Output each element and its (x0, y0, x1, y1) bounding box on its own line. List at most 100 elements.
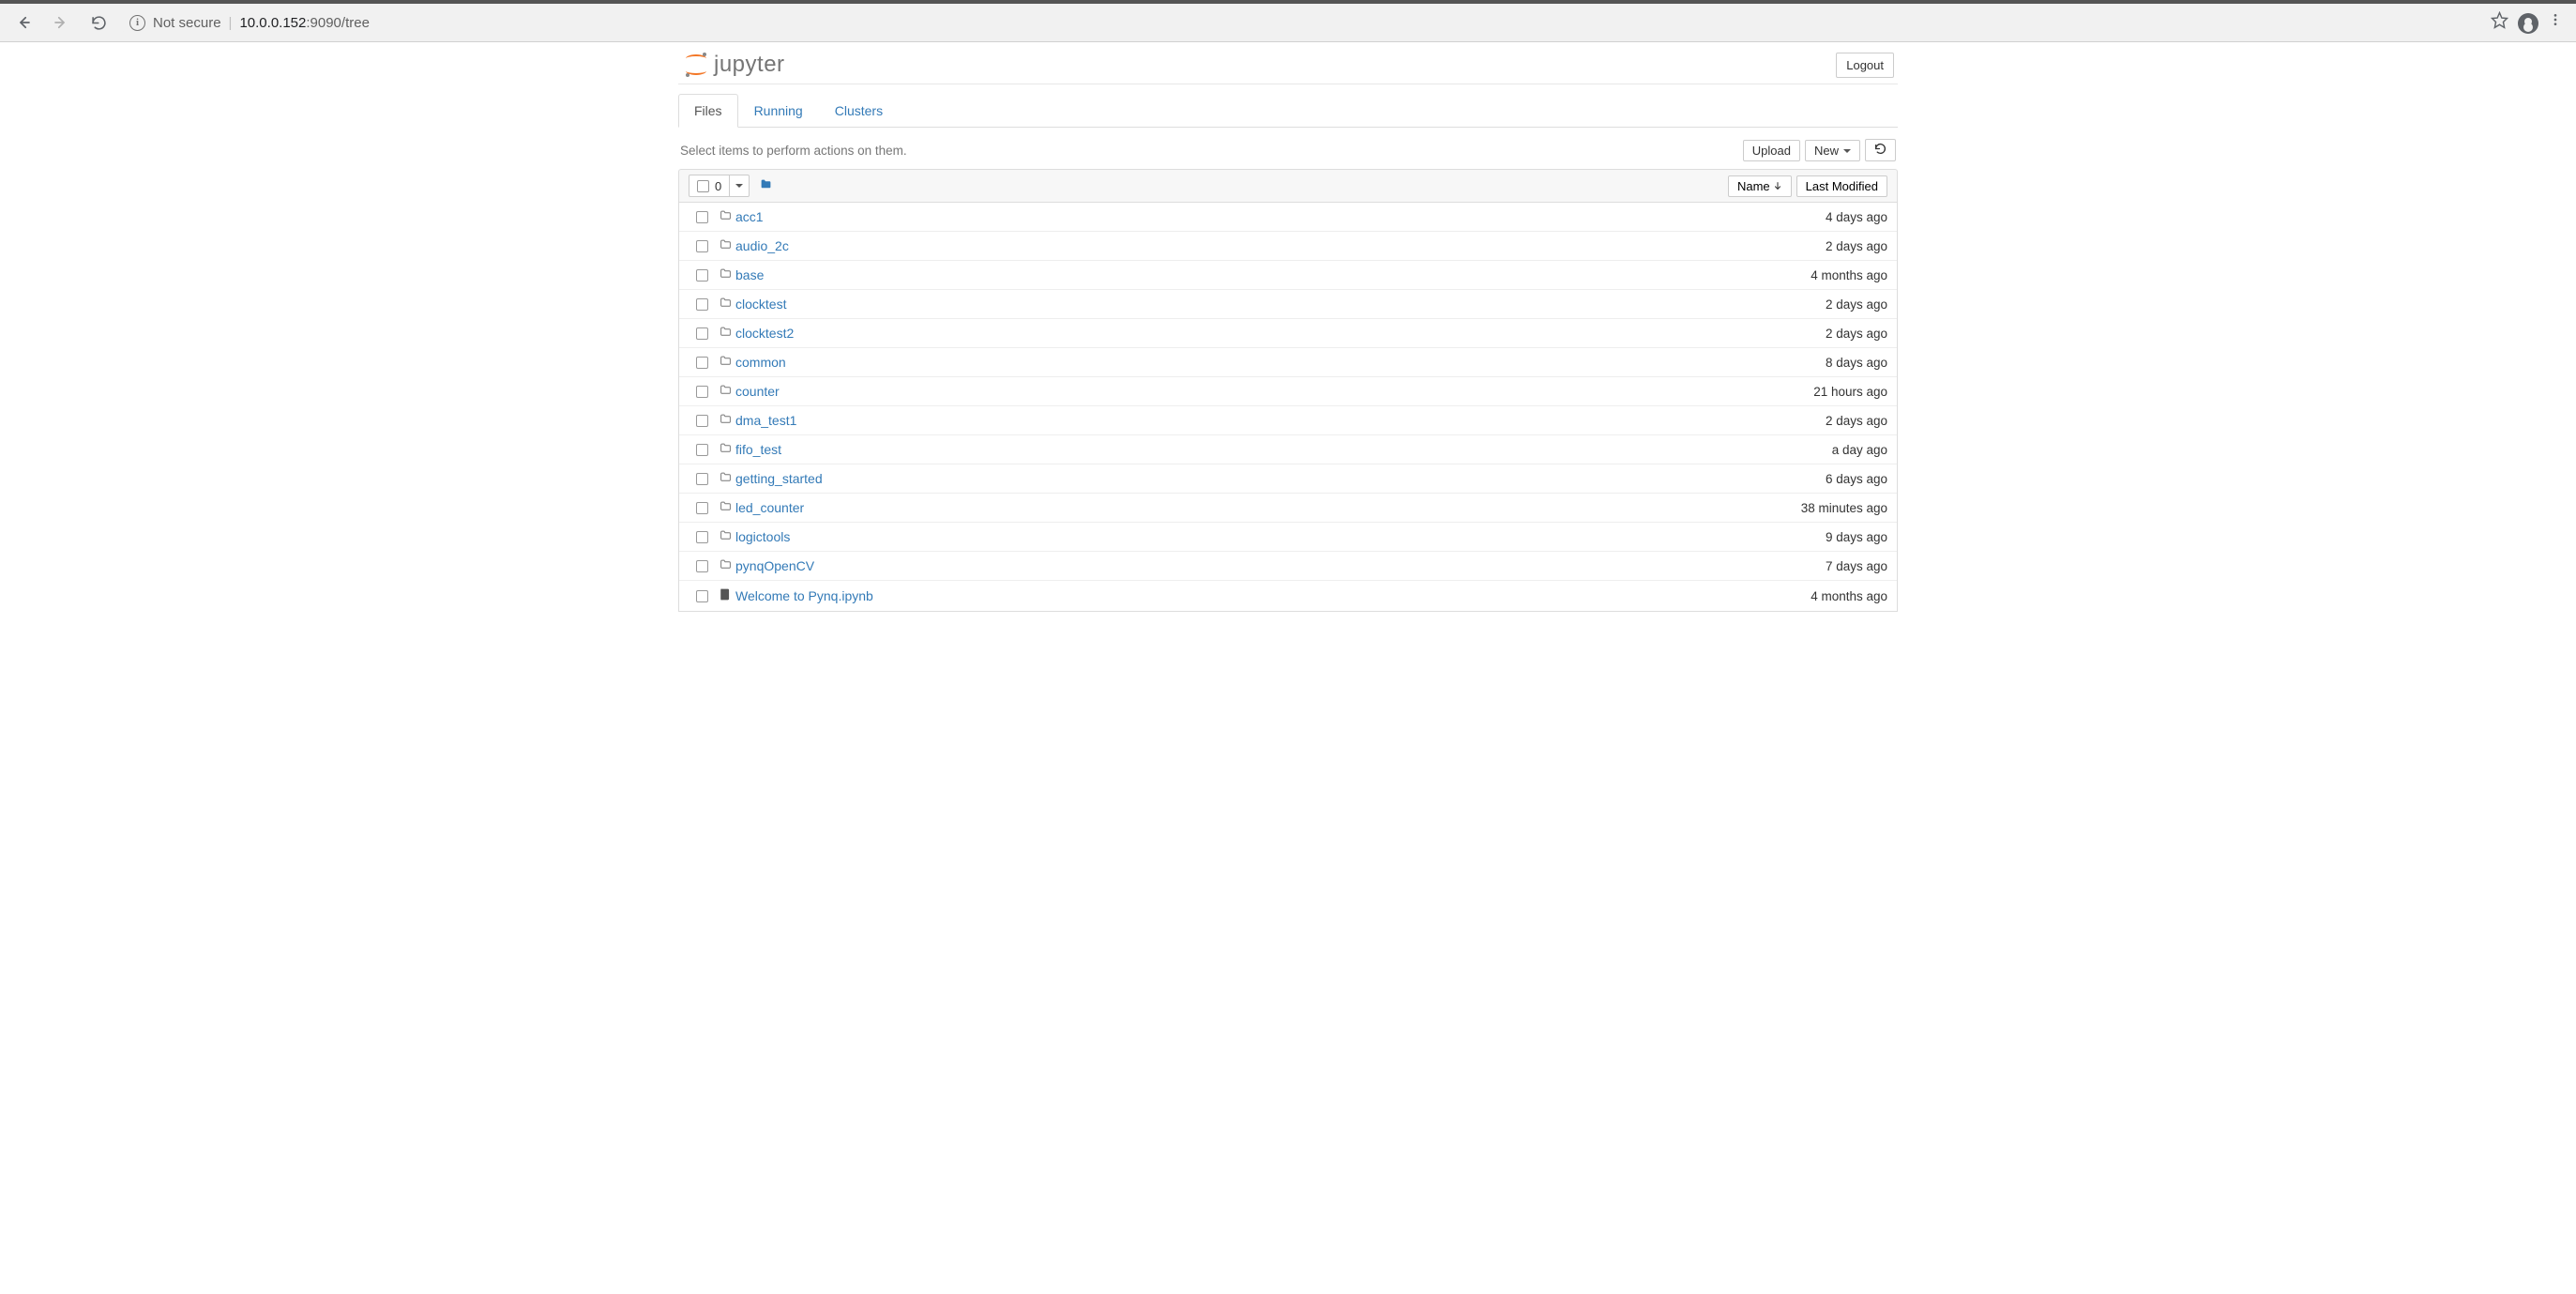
item-link[interactable]: getting_started (735, 471, 823, 486)
item-modified: 4 days ago (1756, 210, 1887, 224)
folder-icon (715, 238, 735, 253)
item-link[interactable]: common (735, 355, 786, 370)
notebook-icon (715, 587, 735, 604)
tab-clusters[interactable]: Clusters (819, 94, 899, 128)
item-link[interactable]: pynqOpenCV (735, 558, 814, 573)
browser-menu-icon[interactable] (2548, 12, 2563, 33)
file-row: logictools 9 days ago (679, 522, 1897, 551)
logout-button[interactable]: Logout (1836, 53, 1894, 78)
reload-button[interactable] (83, 7, 114, 38)
file-row: getting_started 6 days ago (679, 464, 1897, 493)
sort-name-button[interactable]: Name (1728, 175, 1792, 197)
row-checkbox[interactable] (696, 269, 708, 282)
item-modified: 2 days ago (1756, 297, 1887, 312)
folder-icon (715, 558, 735, 573)
forward-button[interactable] (45, 7, 77, 38)
item-modified: 38 minutes ago (1756, 501, 1887, 515)
item-link[interactable]: clocktest (735, 297, 786, 312)
item-link[interactable]: fifo_test (735, 442, 781, 457)
item-modified: 21 hours ago (1756, 385, 1887, 399)
file-row: audio_2c 2 days ago (679, 231, 1897, 260)
sort-arrow-icon (1773, 179, 1782, 193)
tab-bar: Files Running Clusters (678, 94, 1898, 128)
folder-icon (715, 413, 735, 428)
item-modified: 6 days ago (1756, 472, 1887, 486)
file-row: fifo_test a day ago (679, 434, 1897, 464)
browser-toolbar: i Not secure | 10.0.0.152:9090/tree (0, 0, 2576, 42)
folder-icon (715, 297, 735, 312)
item-link[interactable]: led_counter (735, 500, 804, 515)
row-checkbox[interactable] (696, 444, 708, 456)
item-link[interactable]: base (735, 267, 764, 282)
jupyter-logo[interactable]: jupyter (682, 52, 785, 78)
address-bar[interactable]: i Not secure | 10.0.0.152:9090/tree (120, 8, 2479, 37)
select-caret-icon[interactable] (730, 175, 749, 196)
item-modified: 7 days ago (1756, 559, 1887, 573)
item-link[interactable]: counter (735, 384, 780, 399)
upload-button[interactable]: Upload (1743, 140, 1800, 161)
action-toolbar: Select items to perform actions on them.… (678, 128, 1898, 169)
new-dropdown[interactable]: New (1805, 140, 1860, 161)
item-modified: 9 days ago (1756, 530, 1887, 544)
row-checkbox[interactable] (696, 590, 708, 602)
folder-icon (715, 471, 735, 486)
file-list: acc1 4 days ago audio_2c 2 days ago base 4 mo… (678, 203, 1898, 612)
item-link[interactable]: logictools (735, 529, 790, 544)
select-all-dropdown[interactable]: 0 (689, 175, 750, 197)
row-checkbox[interactable] (696, 415, 708, 427)
folder-icon (715, 529, 735, 544)
account-icon[interactable] (2518, 12, 2538, 34)
folder-icon (715, 384, 735, 399)
row-checkbox[interactable] (696, 298, 708, 311)
row-checkbox[interactable] (696, 473, 708, 485)
file-row: common 8 days ago (679, 347, 1897, 376)
row-checkbox[interactable] (696, 327, 708, 340)
back-button[interactable] (8, 7, 39, 38)
jupyter-header: jupyter Logout (678, 42, 1898, 84)
folder-icon (715, 500, 735, 515)
item-modified: 2 days ago (1756, 327, 1887, 341)
tab-files[interactable]: Files (678, 94, 738, 128)
row-checkbox[interactable] (696, 502, 708, 514)
item-modified: 2 days ago (1756, 239, 1887, 253)
item-modified: 4 months ago (1756, 268, 1887, 282)
select-all-checkbox[interactable] (697, 180, 709, 192)
file-row: pynqOpenCV 7 days ago (679, 551, 1897, 580)
url-text: 10.0.0.152:9090/tree (239, 15, 369, 31)
folder-icon (715, 267, 735, 282)
item-link[interactable]: Welcome to Pynq.ipynb (735, 588, 873, 603)
file-row: dma_test1 2 days ago (679, 405, 1897, 434)
row-checkbox[interactable] (696, 211, 708, 223)
file-row: led_counter 38 minutes ago (679, 493, 1897, 522)
file-row: acc1 4 days ago (679, 203, 1897, 231)
bookmark-star-icon[interactable] (2491, 11, 2508, 35)
site-info-icon[interactable]: i (129, 15, 145, 31)
list-header: 0 Name Last Modified (678, 169, 1898, 203)
security-status: Not secure (153, 15, 221, 31)
jupyter-logo-text: jupyter (714, 52, 785, 78)
file-row: base 4 months ago (679, 260, 1897, 289)
row-checkbox[interactable] (696, 386, 708, 398)
refresh-button[interactable] (1865, 139, 1896, 161)
item-link[interactable]: clocktest2 (735, 326, 794, 341)
folder-icon (715, 326, 735, 341)
row-checkbox[interactable] (696, 240, 708, 252)
item-modified: 2 days ago (1756, 414, 1887, 428)
item-link[interactable]: audio_2c (735, 238, 789, 253)
item-link[interactable]: dma_test1 (735, 413, 796, 428)
item-modified: 8 days ago (1756, 356, 1887, 370)
file-row: clocktest 2 days ago (679, 289, 1897, 318)
row-checkbox[interactable] (696, 560, 708, 572)
tab-running[interactable]: Running (738, 94, 819, 128)
file-row: clocktest2 2 days ago (679, 318, 1897, 347)
selection-hint: Select items to perform actions on them. (680, 144, 907, 158)
row-checkbox[interactable] (696, 357, 708, 369)
jupyter-logo-icon (684, 53, 708, 77)
sort-modified-button[interactable]: Last Modified (1796, 175, 1887, 197)
breadcrumb-root-icon[interactable] (759, 178, 773, 194)
item-link[interactable]: acc1 (735, 209, 764, 224)
folder-icon (715, 442, 735, 457)
item-modified: a day ago (1756, 443, 1887, 457)
row-checkbox[interactable] (696, 531, 708, 543)
file-row: counter 21 hours ago (679, 376, 1897, 405)
